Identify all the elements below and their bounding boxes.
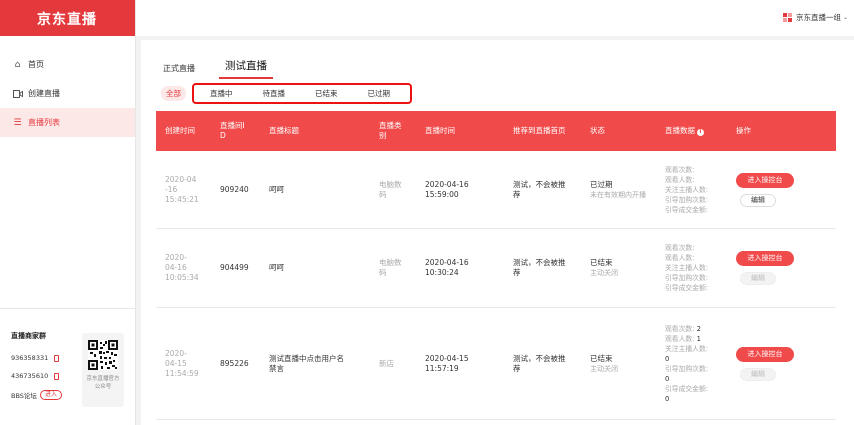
- status-cell: 已结束 主动关闭: [581, 354, 656, 374]
- status-sub: 未在有效期内开播: [590, 190, 646, 199]
- title-cell: 呵呵: [269, 263, 284, 272]
- stats-cell: 观看次数: 2 观看人数: 1 关注主播人数: 0 引导加购次数: 0 引导成交…: [665, 324, 709, 403]
- video-icon: [12, 88, 23, 99]
- status-text: 已结束: [590, 258, 613, 267]
- action-cell: 进入操控台 编辑: [727, 251, 836, 285]
- live-time-cell: 2020-04-15 11:57:19: [425, 353, 469, 373]
- table-header: 创建时间 直播间ID 直播标题 直播类别 直播时间 推荐到直播首页 状态 直播数…: [156, 111, 836, 151]
- status-cell: 已过期 未在有效期内开播: [581, 180, 656, 200]
- col-data: 直播数据 i: [656, 126, 727, 136]
- title-cell: 呵呵: [269, 184, 284, 194]
- category-cell: 电脑数码: [379, 179, 402, 199]
- user-menu[interactable]: 京东直播一组 ⌄: [782, 12, 848, 23]
- recommend-cell: 测试，不会被推荐: [513, 258, 566, 277]
- recommend-cell: 测试，不会被推荐: [513, 353, 566, 373]
- qr-code-box: 京东直播官方公众号: [82, 333, 124, 407]
- created-cell: 2020-04-15 11:54:59: [165, 348, 199, 378]
- live-time-cell: 2020-04-16 15:59:00: [425, 179, 469, 199]
- user-name: 京东直播一组: [795, 13, 841, 22]
- col-created: 创建时间: [165, 126, 195, 135]
- filter-live[interactable]: 直播中: [210, 88, 233, 99]
- recommend-cell: 测试，不会被推荐: [513, 179, 566, 199]
- sidebar-item-label: 创建直播: [28, 89, 60, 98]
- live-id-cell: 909240: [220, 184, 249, 194]
- edit-button[interactable]: 编辑: [740, 193, 776, 207]
- live-id-cell: 904499: [220, 263, 249, 272]
- logo[interactable]: 京东直播: [0, 0, 135, 36]
- created-cell: 2020-04-16 10:05:34: [165, 253, 199, 282]
- qr-code-image: [88, 340, 118, 370]
- status-cell: 已结束 主动关闭: [581, 258, 656, 278]
- category-cell: 电脑数码: [379, 258, 402, 277]
- title-cell: 测试直播中点击用户名禁言: [269, 353, 344, 373]
- filter-ended[interactable]: 已结束: [315, 88, 338, 99]
- bbs-enter-button[interactable]: 进入: [39, 390, 62, 400]
- sidebar-nav: ⌂ 首页 创建直播 ☰ 直播列表: [0, 50, 135, 137]
- table-row: 2020-04-16 15:45:21 909240 呵呵 电脑数码 2020-…: [156, 151, 836, 229]
- filter-highlight-box: 直播中 待直播 已结束 已过期: [192, 82, 412, 104]
- sidebar-item-label: 直播列表: [28, 118, 60, 127]
- live-id-cell: 895226: [220, 358, 249, 368]
- home-icon: ⌂: [14, 59, 21, 70]
- status-filters: 全部 直播中 待直播 已结束 已过期: [161, 82, 412, 104]
- copy-icon[interactable]: [54, 372, 60, 380]
- main-content: 正式直播 测试直播 全部 直播中 待直播 已结束 已过期 创建时间 直播间ID …: [141, 40, 854, 425]
- list-icon: ☰: [13, 117, 22, 128]
- status-text: 已过期: [590, 179, 613, 189]
- action-cell: 进入操控台 编辑: [727, 172, 836, 207]
- filter-upcoming[interactable]: 待直播: [263, 88, 286, 99]
- col-live-time: 直播时间: [425, 126, 455, 135]
- col-recommend: 推荐到直播首页: [513, 126, 566, 135]
- status-text: 已结束: [590, 353, 613, 363]
- edit-button[interactable]: 编辑: [740, 272, 776, 285]
- sidebar-item-create-live[interactable]: 创建直播: [0, 79, 135, 108]
- chevron-down-icon: ⌄: [842, 14, 848, 21]
- copy-icon[interactable]: [54, 354, 60, 362]
- live-list-table: 创建时间 直播间ID 直播标题 直播类别 直播时间 推荐到直播首页 状态 直播数…: [156, 111, 836, 420]
- tab-formal-live[interactable]: 正式直播: [163, 63, 195, 79]
- table-row: 2020-04-16 10:05:34 904499 呵呵 电脑数码 2020-…: [156, 229, 836, 308]
- live-time-cell: 2020-04-16 10:30:24: [425, 258, 469, 277]
- sidebar: 京东直播 ⌂ 首页 创建直播 ☰ 直播列表 直播商家群 936358331 43…: [0, 0, 136, 425]
- shop-icon: [782, 13, 792, 22]
- sidebar-item-label: 首页: [28, 60, 44, 69]
- enter-console-button[interactable]: 进入操控台: [736, 346, 794, 362]
- info-icon[interactable]: i: [697, 129, 704, 136]
- stats-cell: 观看次数: 观看人数: 关注主播人数: 引导加购次数: 引导成交金额:: [665, 165, 709, 214]
- tab-test-live[interactable]: 测试直播: [219, 58, 273, 79]
- edit-button[interactable]: 编辑: [740, 367, 776, 381]
- enter-console-button[interactable]: 进入操控台: [736, 251, 794, 266]
- filter-expired[interactable]: 已过期: [368, 88, 391, 99]
- col-category: 直播类别: [379, 121, 402, 140]
- col-title: 直播标题: [269, 126, 299, 135]
- sidebar-item-live-list[interactable]: ☰ 直播列表: [0, 108, 135, 137]
- status-sub: 主动关闭: [590, 364, 618, 373]
- top-header: 京东直播一组 ⌄: [136, 0, 854, 36]
- stats-cell: 观看次数: 观看人数: 关注主播人数: 引导加购次数: 引导成交金额:: [665, 244, 709, 292]
- qr-caption: 京东直播官方公众号: [86, 376, 120, 390]
- action-cell: 进入操控台 编辑: [727, 346, 836, 381]
- col-action: 操作: [736, 126, 751, 135]
- col-status: 状态: [590, 126, 605, 135]
- filter-all[interactable]: 全部: [161, 85, 186, 101]
- status-sub: 主动关闭: [590, 269, 618, 277]
- live-type-tabs: 正式直播 测试直播: [163, 58, 303, 79]
- sidebar-item-home[interactable]: ⌂ 首页: [0, 50, 135, 79]
- col-live-id: 直播间ID: [220, 121, 245, 140]
- sidebar-footer: 直播商家群 936358331 436735610 BBS论坛 进入 京东直播官…: [0, 308, 135, 407]
- table-row: 2020-04-15 11:54:59 895226 测试直播中点击用户名禁言 …: [156, 308, 836, 420]
- enter-console-button[interactable]: 进入操控台: [736, 172, 794, 188]
- created-cell: 2020-04-16 15:45:21: [165, 174, 199, 204]
- category-cell: 新店: [379, 358, 394, 368]
